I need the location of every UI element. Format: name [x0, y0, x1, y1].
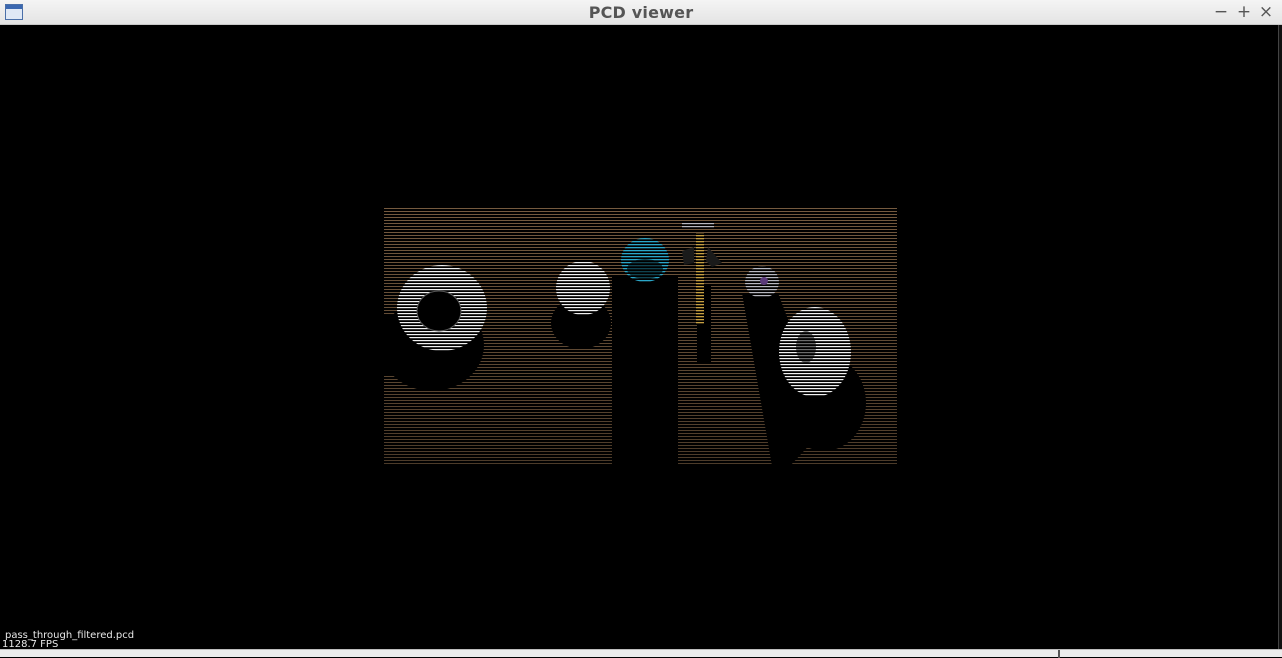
- fps-counter: 1128.7 FPS: [2, 639, 59, 649]
- title-bar[interactable]: PCD viewer − + ×: [0, 0, 1282, 25]
- point-cloud: [380, 208, 897, 466]
- maximize-button[interactable]: +: [1234, 2, 1254, 22]
- minimize-button[interactable]: −: [1211, 2, 1231, 22]
- object-tape-roll: [397, 265, 487, 351]
- render-viewport[interactable]: pass_through_filtered.pcd 1128.7 FPS: [0, 25, 1282, 649]
- status-bar: [0, 649, 1282, 658]
- window-title: PCD viewer: [588, 3, 694, 22]
- window-right-edge: [1278, 25, 1282, 649]
- object-large-sphere: [779, 307, 851, 397]
- object-cyan-cup: [621, 238, 669, 282]
- object-small-ball: [745, 266, 779, 298]
- object-white-ball: [556, 261, 610, 315]
- pcd-viewer-window: PCD viewer − + × pass_through_filtered.p…: [0, 0, 1282, 658]
- close-button[interactable]: ×: [1256, 2, 1276, 22]
